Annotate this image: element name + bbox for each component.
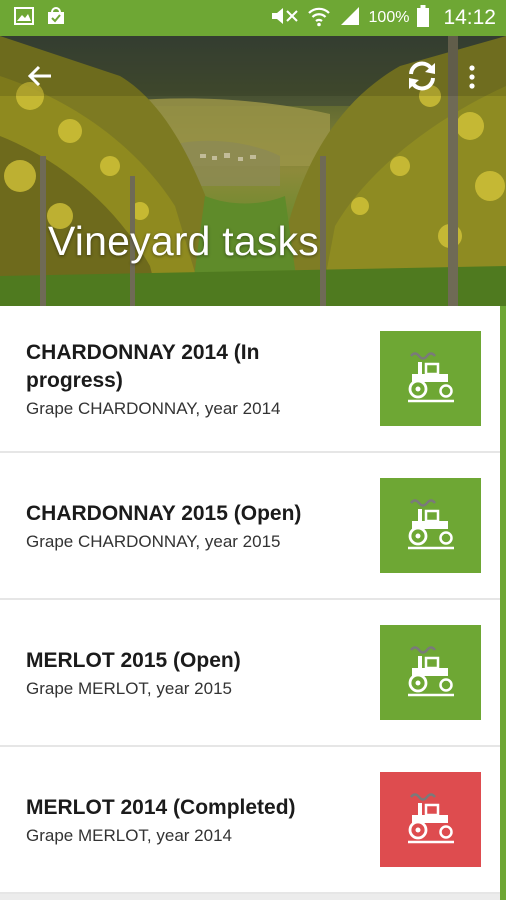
tractor-icon (402, 787, 460, 852)
task-row[interactable]: MERLOT 2015 (Open) Grape MERLOT, year 20… (0, 600, 500, 747)
task-subtitle: Grape CHARDONNAY, year 2015 (26, 532, 281, 551)
task-list: CHARDONNAY 2014 (In progress) Grape CHAR… (0, 306, 500, 894)
gallery-notification-icon (14, 6, 34, 30)
mute-icon (269, 5, 299, 32)
refresh-icon (405, 59, 439, 98)
task-row[interactable]: MERLOT 2014 (Completed) Grape MERLOT, ye… (0, 747, 500, 894)
tractor-icon (402, 346, 460, 411)
scrollbar[interactable] (500, 306, 506, 900)
battery-percent: 100% (368, 9, 410, 26)
clock: 14:12 (443, 6, 496, 29)
task-status-tile[interactable] (380, 478, 481, 573)
battery-icon (417, 4, 430, 32)
refresh-button[interactable] (402, 58, 442, 98)
task-subtitle: Grape CHARDONNAY, year 2014 (26, 399, 281, 418)
store-notification-icon (46, 6, 66, 31)
task-subtitle: Grape MERLOT, year 2015 (26, 679, 232, 698)
task-row[interactable]: CHARDONNAY 2015 (Open) Grape CHARDONNAY,… (0, 453, 500, 600)
arrow-back-icon (27, 65, 53, 92)
signal-icon (339, 5, 361, 32)
status-bar: 100% 14:12 (0, 0, 506, 36)
wifi-icon (307, 5, 331, 32)
task-title: CHARDONNAY 2015 (Open) (26, 502, 302, 525)
tractor-icon (402, 493, 460, 558)
task-title: MERLOT 2015 (Open) (26, 649, 241, 672)
task-subtitle: Grape MERLOT, year 2014 (26, 826, 232, 845)
page-title: Vineyard tasks (48, 218, 319, 264)
task-status-tile[interactable] (380, 772, 481, 867)
more-options-button[interactable] (462, 62, 482, 96)
task-row[interactable]: CHARDONNAY 2014 (In progress) Grape CHAR… (0, 306, 500, 453)
tractor-icon (402, 640, 460, 705)
back-button[interactable] (22, 60, 58, 96)
task-status-tile[interactable] (380, 331, 481, 426)
task-title: MERLOT 2014 (Completed) (26, 796, 296, 819)
task-title: CHARDONNAY 2014 (In progress) (26, 341, 260, 392)
more-vert-icon (469, 64, 475, 94)
task-status-tile[interactable] (380, 625, 481, 720)
